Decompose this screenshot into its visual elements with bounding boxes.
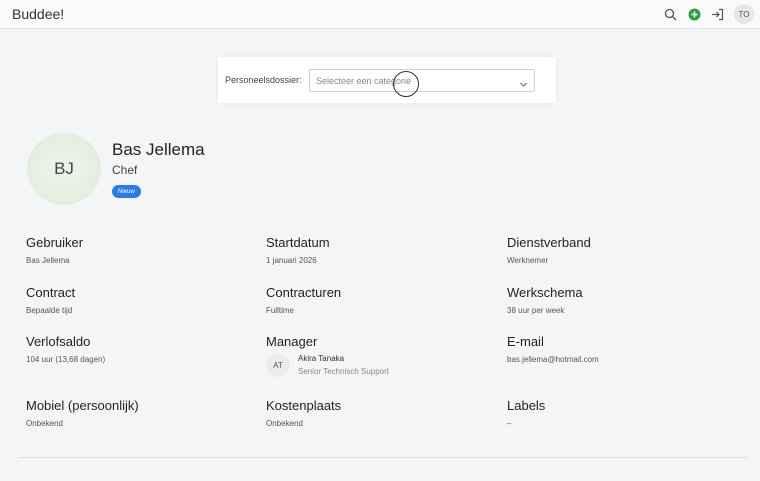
field-mobiel: Mobiel (persoonlijk) Onbekend <box>26 398 139 428</box>
divider <box>18 457 748 458</box>
field-title: Contract <box>26 285 76 300</box>
field-value: Werknemer <box>507 256 549 265</box>
dossier-label: Personeelsdossier: <box>225 75 302 85</box>
field-value: Onbekend <box>26 419 63 428</box>
chevron-down-icon <box>519 76 528 94</box>
dossier-card: Personeelsdossier: Selecteer een categor… <box>218 57 556 103</box>
field-title: Verlofsaldo <box>26 334 91 349</box>
profile-name: Bas Jellema <box>112 140 205 159</box>
field-value: Fulltime <box>266 306 295 315</box>
field-title: Mobiel (persoonlijk) <box>26 398 139 413</box>
field-startdatum: Startdatum 1 januari 2026 <box>266 235 330 265</box>
top-bar: Buddee! TO <box>0 0 760 29</box>
field-value: 104 uur (13,68 dagen) <box>26 355 106 364</box>
profile-role: Chef <box>112 163 138 177</box>
field-value[interactable]: bas.jellema@hotmail.com <box>507 355 599 364</box>
field-gebruiker: Gebruiker Bas Jellema <box>26 235 83 265</box>
manager-card[interactable]: AT Akira Tanaka Senior Technisch Support <box>266 353 389 377</box>
field-email: E-mail bas.jellema@hotmail.com <box>507 334 599 364</box>
field-value: – <box>507 419 512 428</box>
field-value: 1 januari 2026 <box>266 256 317 265</box>
field-value: Onbekend <box>266 419 303 428</box>
manager-avatar: AT <box>266 353 290 377</box>
field-kostenplaats: Kostenplaats Onbekend <box>266 398 341 428</box>
field-manager: Manager AT Akira Tanaka Senior Technisch… <box>266 334 389 377</box>
field-title: Labels <box>507 398 546 413</box>
category-select[interactable]: Selecteer een categorie <box>309 69 535 92</box>
field-title: Contracturen <box>266 285 342 300</box>
field-dienstverband: Dienstverband Werknemer <box>507 235 591 265</box>
search-icon[interactable] <box>662 6 678 22</box>
manager-role: Senior Technisch Support <box>298 367 390 376</box>
field-title: Kostenplaats <box>266 398 342 413</box>
field-value: Bepaalde tijd <box>26 306 73 315</box>
field-title: E-mail <box>507 334 544 349</box>
user-avatar[interactable]: TO <box>734 4 754 24</box>
field-contracturen: Contracturen Fulltime <box>266 285 341 315</box>
field-werkschema: Werkschema 38 uur per week <box>507 285 583 315</box>
manager-name: Akira Tanaka <box>298 354 345 363</box>
field-title: Startdatum <box>266 235 330 250</box>
field-verlofsaldo: Verlofsaldo 104 uur (13,68 dagen) <box>26 334 105 364</box>
field-title: Gebruiker <box>26 235 84 250</box>
field-value: Bas Jellema <box>26 256 70 265</box>
field-title: Werkschema <box>507 285 583 300</box>
profile-avatar: BJ <box>27 133 101 205</box>
mouse-cursor-indicator <box>393 71 419 97</box>
field-title: Manager <box>266 334 318 349</box>
add-circle-icon[interactable] <box>686 6 702 22</box>
field-contract: Contract Bepaalde tijd <box>26 285 75 315</box>
login-arrow-icon[interactable] <box>710 6 726 22</box>
field-labels: Labels – <box>507 398 545 428</box>
field-title: Dienstverband <box>507 235 591 250</box>
field-value: 38 uur per week <box>507 306 565 315</box>
topbar-actions: TO <box>662 4 754 24</box>
app-title[interactable]: Buddee! <box>12 6 64 22</box>
status-badge: Nieuw <box>112 185 141 198</box>
